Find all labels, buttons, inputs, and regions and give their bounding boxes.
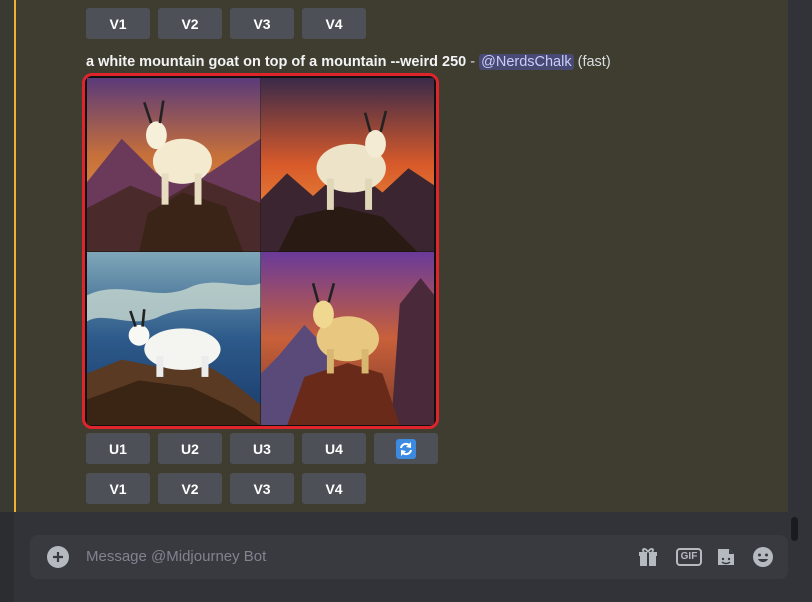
mountain-goat-image-2[interactable] [260,78,434,252]
upscale-buttons: U1 U2 U3 U4 [86,433,438,464]
mountain-goat-image-4[interactable] [260,251,434,425]
prompt-text: a white mountain goat on top of a mounta… [86,54,467,70]
upscale-button-u4[interactable]: U4 [302,433,366,464]
channel-gutter-lower [0,512,14,602]
scrollbar-thumb[interactable] [791,517,798,541]
variation-button-v1[interactable]: V1 [86,473,150,504]
message-input[interactable]: Message @Midjourney Bot [86,535,266,579]
speed-label: (fast) [577,54,611,70]
variation-button-v3-top[interactable]: V3 [230,8,294,39]
scrollbar-track[interactable] [788,0,812,512]
gif-icon[interactable]: GIF [675,545,703,569]
user-mention[interactable]: @NerdsChalk [479,54,574,70]
sticker-icon[interactable] [714,545,738,569]
prompt-separator: - [466,54,480,70]
top-variation-buttons: V1 V2 V3 V4 [86,8,366,39]
message-composer[interactable]: Message @Midjourney Bot GIF [30,535,788,579]
image-grid-highlight[interactable] [82,73,439,429]
variation-button-v3[interactable]: V3 [230,473,294,504]
channel-gutter [0,0,14,512]
upscale-button-u2[interactable]: U2 [158,433,222,464]
reroll-button[interactable] [374,433,438,464]
image-grid[interactable] [87,78,434,425]
upscale-button-u1[interactable]: U1 [86,433,150,464]
upscale-button-u3[interactable]: U3 [230,433,294,464]
plus-circle-icon[interactable] [47,546,69,568]
variation-buttons: V1 V2 V3 V4 [86,473,366,504]
mountain-goat-image-3[interactable] [87,251,261,425]
variation-button-v2[interactable]: V2 [158,473,222,504]
gift-icon[interactable] [636,545,660,569]
prompt-line: a white mountain goat on top of a mounta… [86,52,611,72]
variation-button-v2-top[interactable]: V2 [158,8,222,39]
emoji-icon[interactable] [751,545,775,569]
reroll-icon [396,438,416,459]
variation-button-v4[interactable]: V4 [302,473,366,504]
mountain-goat-image-1[interactable] [87,78,261,252]
variation-button-v1-top[interactable]: V1 [86,8,150,39]
variation-button-v4-top[interactable]: V4 [302,8,366,39]
